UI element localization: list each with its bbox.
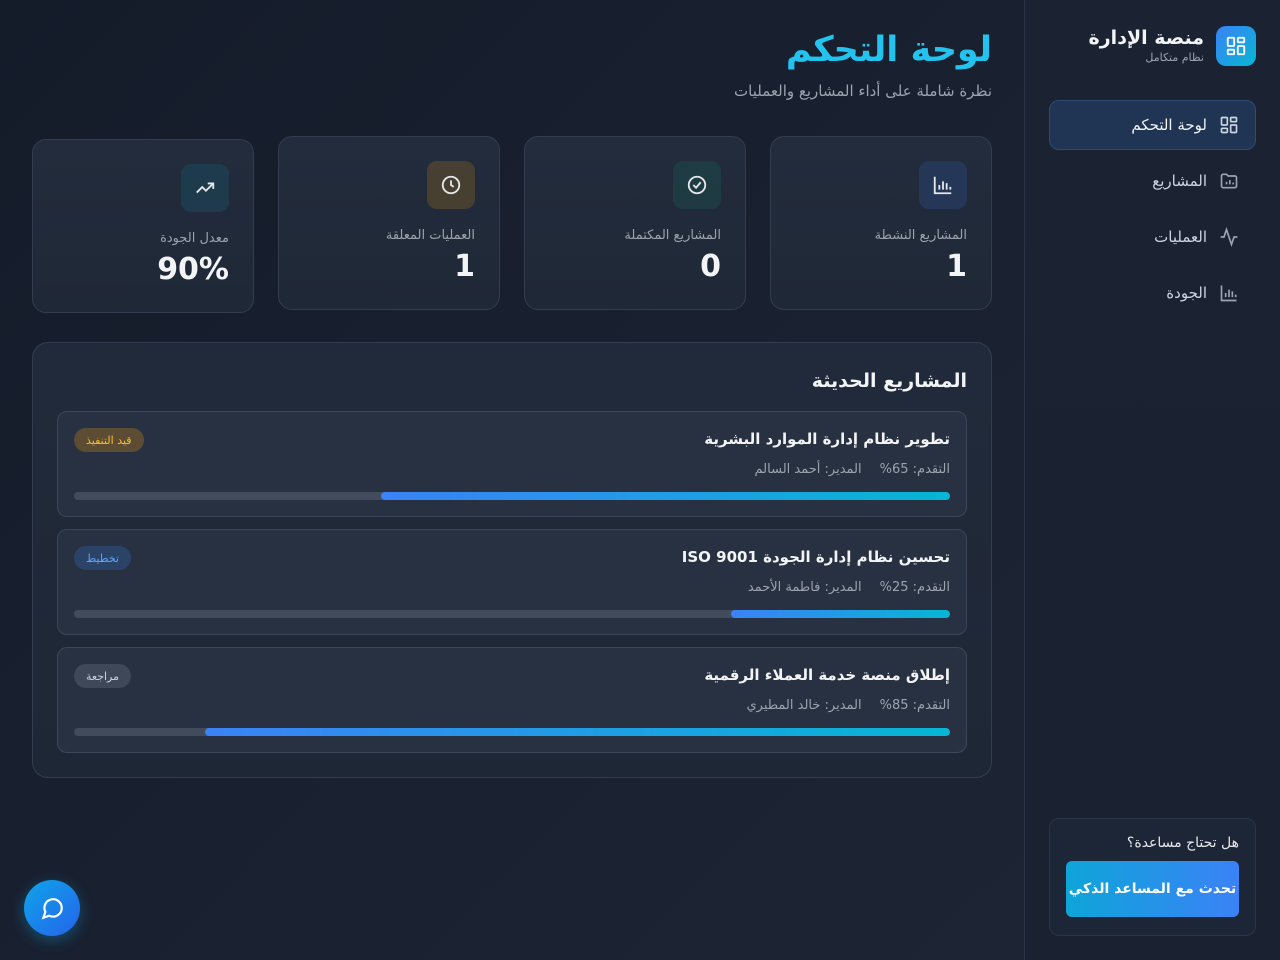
chat-button[interactable] bbox=[24, 880, 80, 936]
stat-label: معدل الجودة bbox=[160, 231, 229, 246]
project-progress-text: التقدم: 25% bbox=[879, 580, 950, 595]
stat-label: العمليات المعلقة bbox=[385, 228, 475, 243]
recent-projects-panel: المشاريع الحديثة تطوير نظام إدارة الموار… bbox=[32, 342, 992, 778]
sidebar-item-label: لوحة التحكم bbox=[1131, 116, 1207, 134]
progress-fill bbox=[380, 492, 950, 500]
project-card[interactable]: إطلاق منصة خدمة العملاء الرقمية التقدم: … bbox=[57, 647, 967, 753]
sidebar-item-projects[interactable]: المشاريع bbox=[1049, 156, 1256, 206]
project-progress-text: التقدم: 65% bbox=[879, 462, 950, 477]
stat-value: 0 bbox=[700, 249, 721, 284]
project-manager: المدير: خالد المطيري bbox=[746, 698, 862, 713]
stat-value: 90% bbox=[157, 252, 229, 287]
bar-chart-icon bbox=[919, 161, 967, 209]
stat-label: المشاريع النشطة bbox=[874, 228, 967, 243]
sidebar-item-label: الجودة bbox=[1166, 284, 1207, 302]
sidebar: منصة الإدارة نظام متكامل لوحة التحكم الم… bbox=[1024, 0, 1280, 960]
progress-fill bbox=[205, 728, 950, 736]
activity-icon bbox=[1220, 227, 1238, 247]
clock-icon bbox=[427, 161, 475, 209]
project-card[interactable]: تحسين نظام إدارة الجودة ISO 9001 التقدم:… bbox=[57, 529, 967, 635]
project-name: تحسين نظام إدارة الجودة ISO 9001 bbox=[681, 548, 950, 566]
trending-up-icon bbox=[181, 164, 229, 212]
grid-logo-icon bbox=[1216, 26, 1256, 66]
project-manager: المدير: أحمد السالم bbox=[754, 462, 862, 477]
status-badge: قيد التنفيذ bbox=[74, 428, 144, 452]
sidebar-item-label: العمليات bbox=[1154, 228, 1207, 246]
sidebar-item-label: المشاريع bbox=[1152, 172, 1207, 190]
stat-value: 1 bbox=[454, 249, 475, 284]
page-title: لوحة التحكم bbox=[785, 30, 992, 70]
brand-title: منصة الإدارة bbox=[1088, 27, 1204, 49]
page-subtitle: نظرة شاملة على أداء المشاريع والعمليات bbox=[734, 82, 992, 100]
stat-card-quality-rate: معدل الجودة 90% bbox=[32, 139, 254, 313]
sidebar-item-operations[interactable]: العمليات bbox=[1049, 212, 1256, 262]
check-circle-icon bbox=[673, 161, 721, 209]
project-progress-text: التقدم: 85% bbox=[879, 698, 950, 713]
panel-title: المشاريع الحديثة bbox=[811, 370, 967, 392]
progress-bar bbox=[74, 728, 950, 736]
stat-label: المشاريع المكتملة bbox=[624, 228, 721, 243]
brand: منصة الإدارة نظام متكامل bbox=[1089, 26, 1256, 66]
stat-card-completed-projects: المشاريع المكتملة 0 bbox=[524, 136, 746, 310]
sidebar-item-quality[interactable]: الجودة bbox=[1049, 268, 1256, 318]
sidebar-item-dashboard[interactable]: لوحة التحكم bbox=[1049, 100, 1256, 150]
help-question: هل تحتاج مساعدة؟ bbox=[1126, 835, 1239, 851]
progress-fill bbox=[731, 610, 950, 618]
brand-subtitle: نظام متكامل bbox=[1145, 51, 1204, 64]
project-name: إطلاق منصة خدمة العملاء الرقمية bbox=[704, 666, 950, 684]
help-card: هل تحتاج مساعدة؟ تحدث مع المساعد الذكي bbox=[1049, 818, 1256, 936]
chat-bubble-icon bbox=[41, 898, 63, 920]
bar-chart-icon bbox=[1220, 285, 1237, 302]
status-badge: تخطيط bbox=[74, 546, 131, 570]
status-badge: مراجعة bbox=[74, 664, 132, 688]
progress-bar bbox=[74, 610, 950, 618]
project-manager: المدير: فاطمة الأحمد bbox=[747, 580, 862, 595]
stat-card-active-projects: المشاريع النشطة 1 bbox=[770, 136, 992, 310]
progress-bar bbox=[74, 492, 950, 500]
stat-card-pending-operations: العمليات المعلقة 1 bbox=[278, 136, 500, 310]
project-name: تطوير نظام إدارة الموارد البشرية bbox=[704, 430, 950, 448]
sidebar-nav: لوحة التحكم المشاريع العمليات الجودة bbox=[1049, 100, 1256, 324]
stat-value: 1 bbox=[946, 249, 967, 284]
ai-assistant-button[interactable]: تحدث مع المساعد الذكي bbox=[1066, 861, 1239, 917]
folder-icon bbox=[1220, 173, 1238, 189]
project-card[interactable]: تطوير نظام إدارة الموارد البشرية التقدم:… bbox=[57, 411, 967, 517]
dashboard-icon bbox=[1220, 116, 1238, 134]
